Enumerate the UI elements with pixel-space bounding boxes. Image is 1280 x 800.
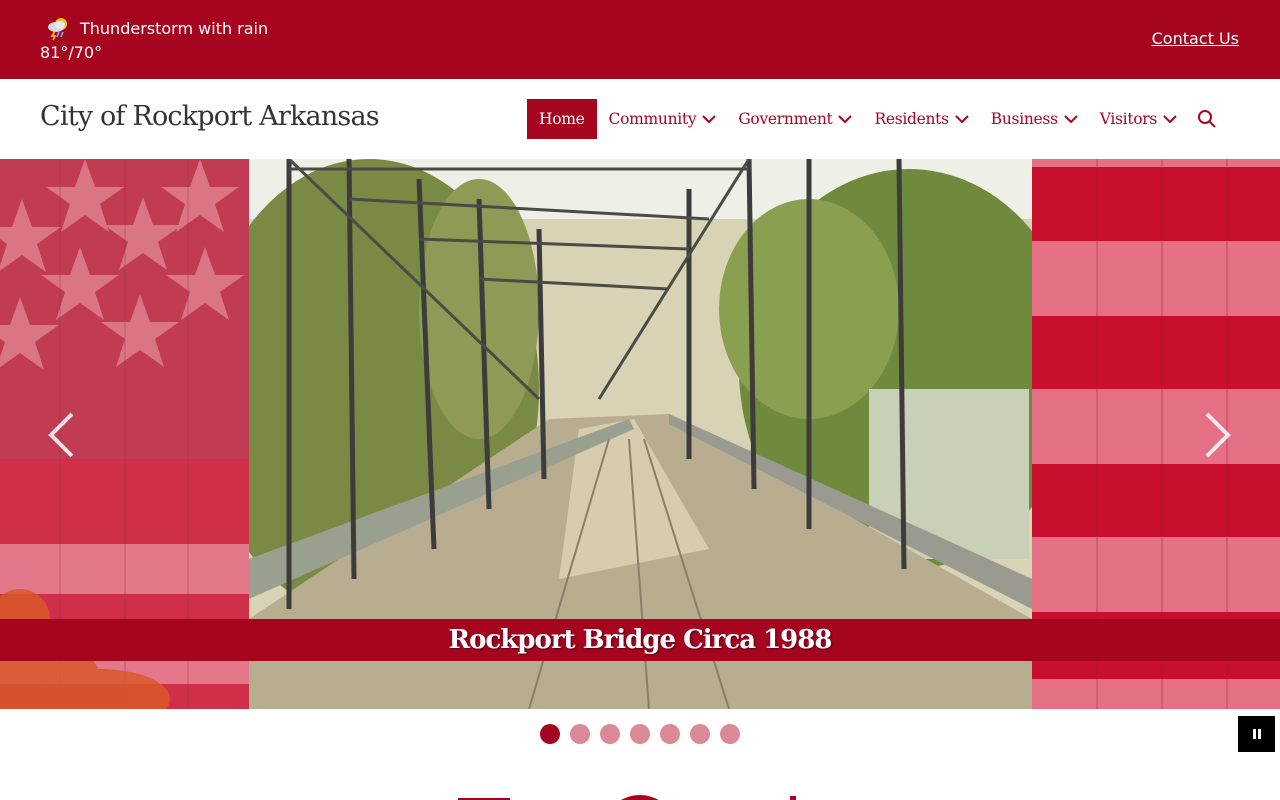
chevron-down-icon [955,115,969,124]
main-nav: Home Community Government Residents Busi… [527,99,1217,139]
weather-condition: Thunderstorm with rain [80,18,269,38]
slide-dot-5[interactable] [660,724,680,744]
nav-item-community[interactable]: Community [609,99,717,139]
chevron-down-icon [1163,115,1177,124]
chevron-right-icon[interactable] [1203,411,1233,459]
nav-item-home[interactable]: Home [527,99,597,139]
chevron-down-icon [1064,115,1078,124]
slide-indicators [540,724,750,744]
nav-item-label: Residents [874,110,949,128]
slide-dot-4[interactable] [630,724,650,744]
nav-item-label: Business [990,110,1058,128]
weather-widget: Thunderstorm with rain 81°/70° [40,14,268,62]
chevron-down-icon [838,115,853,124]
slide-caption: Rockport Bridge Circa 1988 [448,625,833,655]
pause-icon [1252,729,1261,739]
nav-item-label: Home [539,110,585,128]
slide-dot-1[interactable] [540,724,560,744]
hero-slideshow: Rockport Bridge Circa 1988 [0,159,1280,709]
contact-us-link[interactable]: Contact Us [1152,29,1239,48]
site-title[interactable]: City of Rockport Arkansas [40,101,380,132]
nav-item-visitors[interactable]: Visitors [1100,99,1177,139]
section-heading-partial [450,790,850,800]
nav-item-label: Visitors [1099,110,1158,128]
chevron-down-icon [702,115,717,124]
nav-item-business[interactable]: Business [991,99,1078,139]
nav-item-label: Community [608,110,697,128]
site-header: City of Rockport Arkansas Home Community… [0,79,1280,159]
weather-temperature: 81°/70° [40,43,103,62]
slide-dot-3[interactable] [600,724,620,744]
nav-item-residents[interactable]: Residents [874,99,969,139]
nav-item-label: Government [738,110,833,128]
thunderstorm-rain-icon [45,15,71,41]
slide-dot-2[interactable] [570,724,590,744]
search-icon[interactable] [1197,109,1217,129]
pause-button[interactable] [1238,716,1275,752]
slide-dot-7[interactable] [720,724,740,744]
nav-item-government[interactable]: Government [738,99,853,139]
chevron-left-icon[interactable] [46,411,76,459]
top-bar: Thunderstorm with rain 81°/70° Contact U… [0,0,1280,79]
slide-dot-6[interactable] [690,724,710,744]
